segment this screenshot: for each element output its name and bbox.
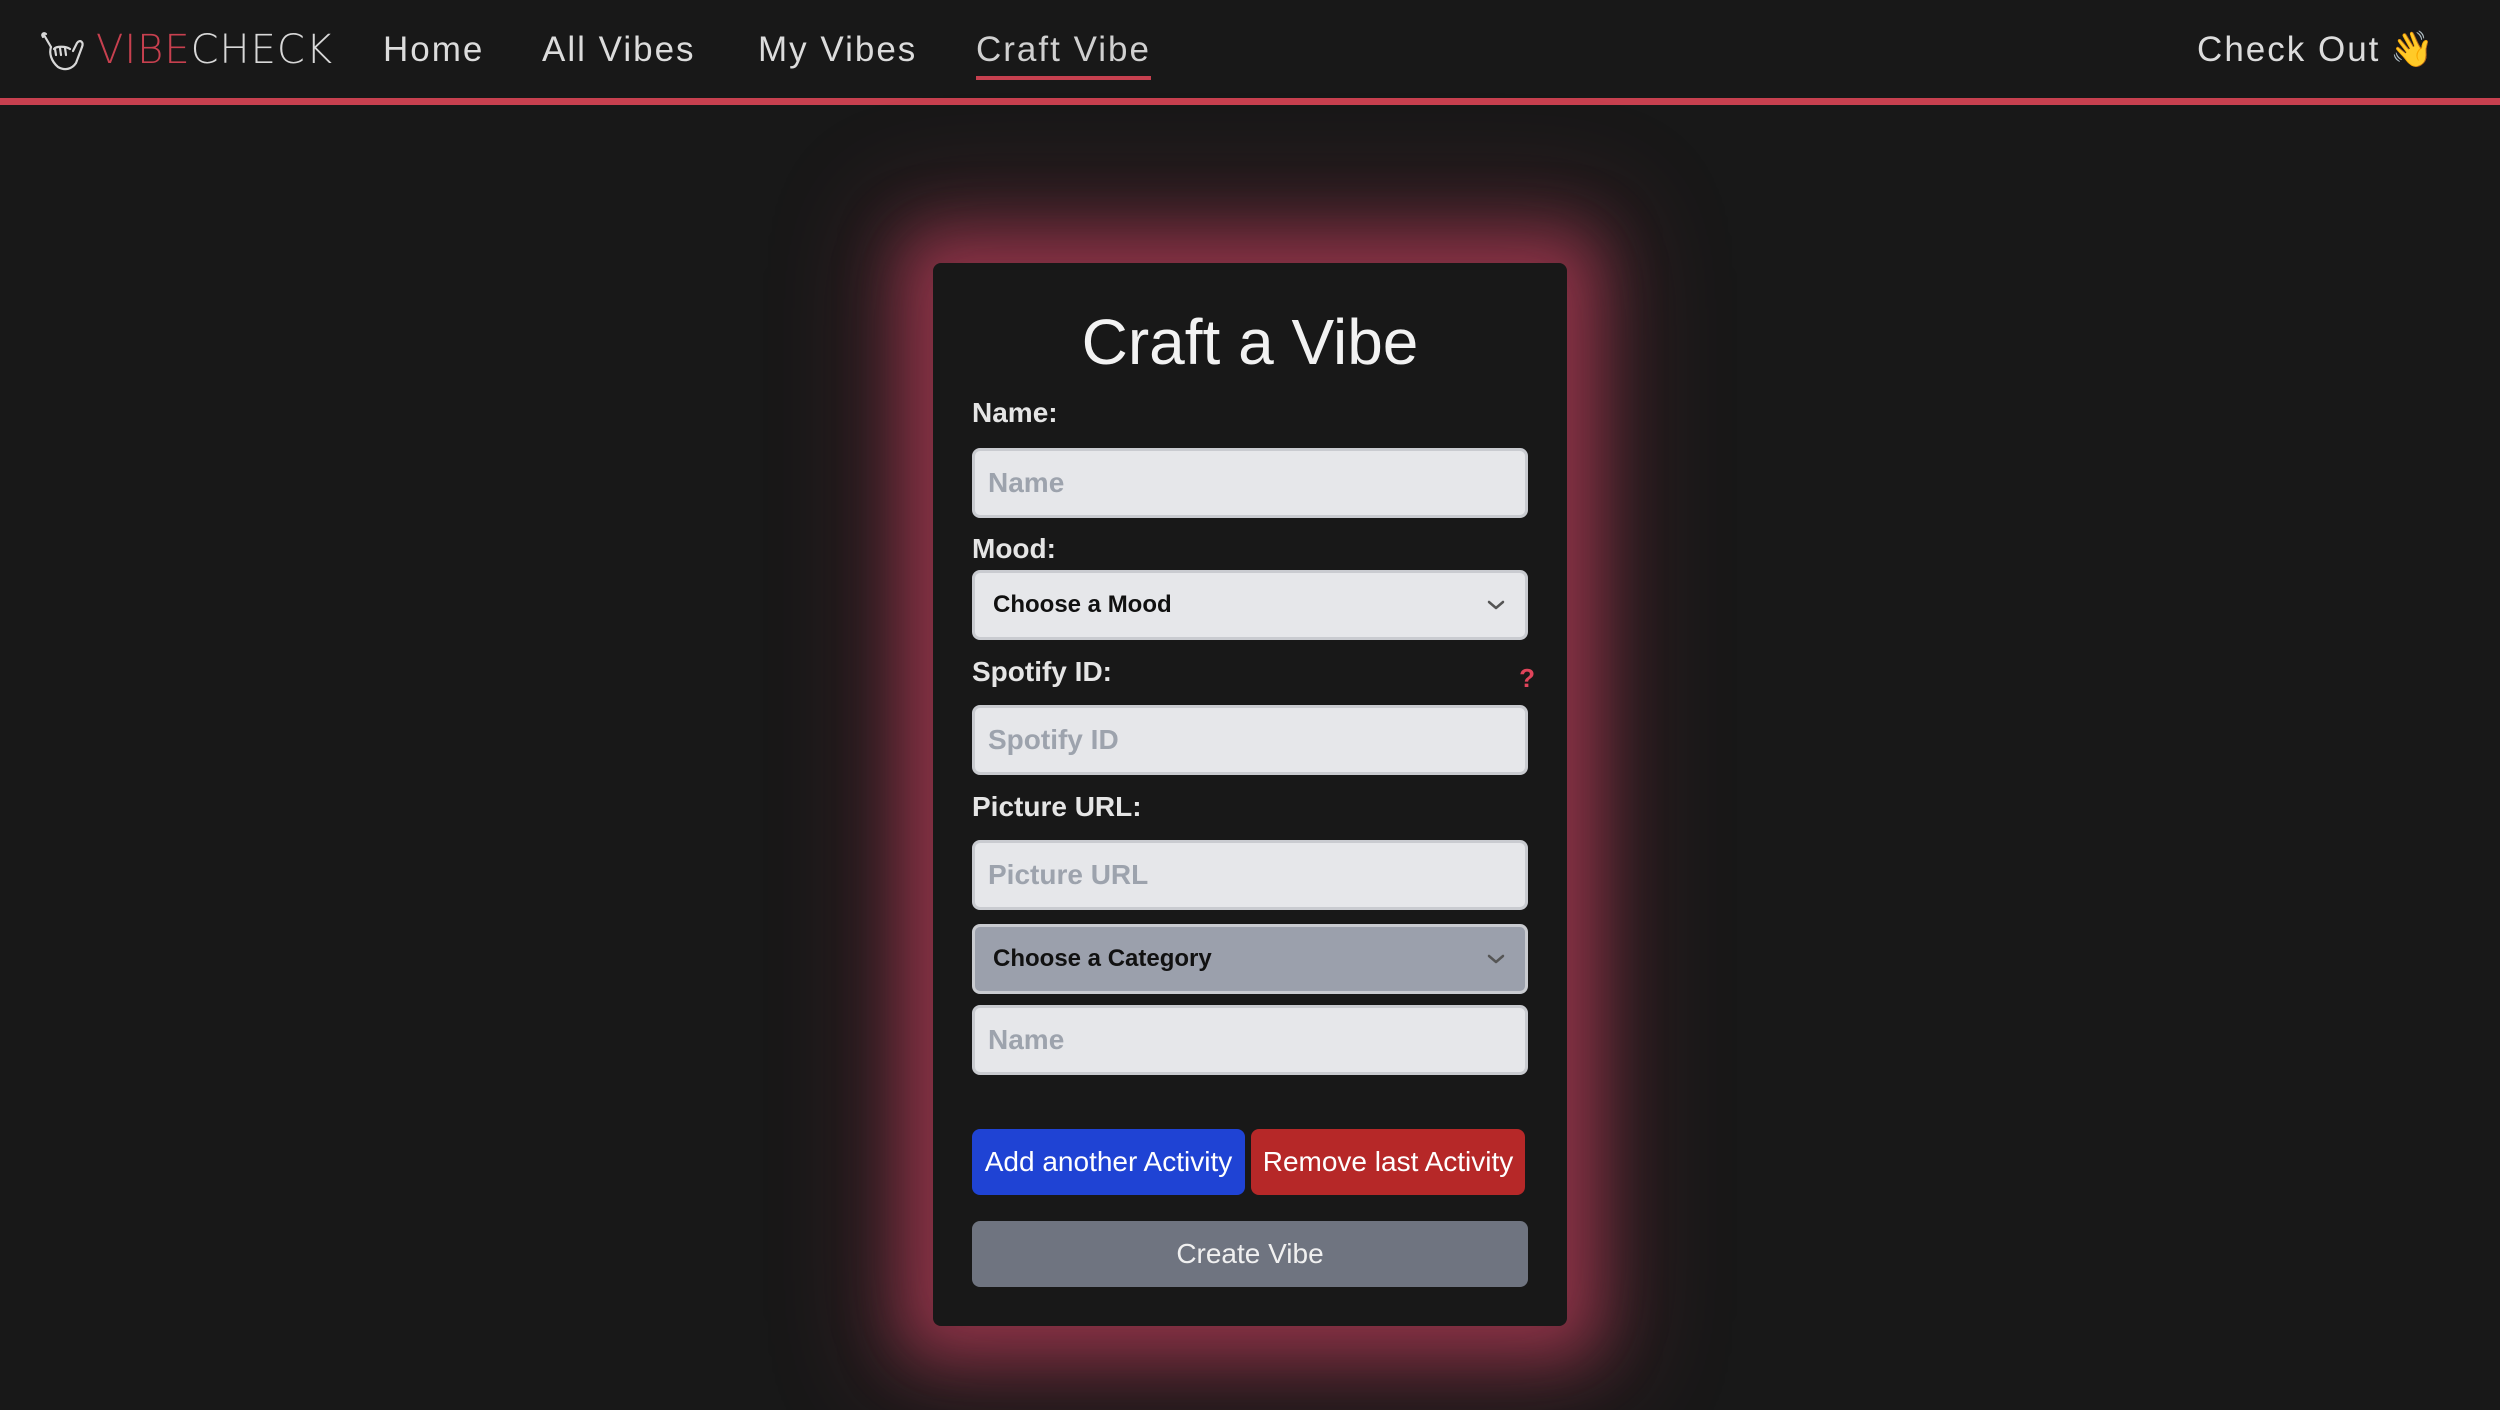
brand-name-vibe: VIBE xyxy=(96,27,191,73)
category-selected-value: Choose a Category xyxy=(993,945,1212,972)
nav-craft-vibe[interactable]: Craft Vibe xyxy=(976,26,1151,80)
picture-url-input[interactable] xyxy=(972,840,1528,910)
spotify-help-link[interactable]: ? xyxy=(1519,663,1535,694)
chevron-down-icon xyxy=(1487,600,1505,610)
category-select[interactable]: Choose a Category xyxy=(972,924,1528,994)
brand-logo[interactable]: VIBECHECK xyxy=(38,24,333,76)
create-vibe-button[interactable]: Create Vibe xyxy=(972,1221,1528,1287)
mood-selected-value: Choose a Mood xyxy=(993,591,1172,618)
shaka-hand-icon xyxy=(41,32,84,71)
mood-select[interactable]: Choose a Mood xyxy=(972,570,1528,640)
nav-my-vibes[interactable]: My Vibes xyxy=(758,26,917,74)
remove-activity-button[interactable]: Remove last Activity xyxy=(1251,1129,1525,1195)
nav-all-vibes[interactable]: All Vibes xyxy=(542,26,696,74)
brand-name-check: CHECK xyxy=(190,27,334,73)
mood-label: Mood: xyxy=(972,533,1056,564)
page-title: Craft a Vibe xyxy=(1081,306,1419,378)
navbar: VIBECHECK Home All Vibes My Vibes Craft … xyxy=(0,0,2500,105)
brand-name: VIBECHECK xyxy=(96,30,333,70)
waving-hand-icon: 👋 xyxy=(2390,30,2436,70)
picture-url-label: Picture URL: xyxy=(972,791,1142,822)
name-label: Name: xyxy=(972,397,1058,428)
nav-home[interactable]: Home xyxy=(383,26,484,74)
spotify-id-input[interactable] xyxy=(972,705,1528,775)
spotify-id-label: Spotify ID: xyxy=(972,656,1112,687)
craft-vibe-card: Craft a Vibe Name: Mood: Choose a Mood S… xyxy=(933,263,1567,1326)
activity-name-input[interactable] xyxy=(972,1005,1528,1075)
nav-check-out[interactable]: Check Out 👋 xyxy=(2197,26,2436,74)
name-input[interactable] xyxy=(972,448,1528,518)
check-out-label: Check Out xyxy=(2197,30,2381,69)
add-activity-button[interactable]: Add another Activity xyxy=(972,1129,1245,1195)
chevron-down-icon xyxy=(1487,954,1505,964)
